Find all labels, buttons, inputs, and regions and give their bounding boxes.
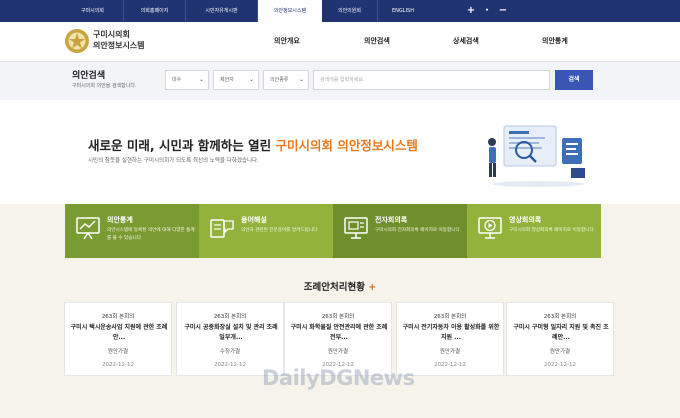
ordinance-status: 원안가결 [327, 349, 349, 355]
site-header: 구미시의회 의안정보시스템 의안개요 의안검색 상세검색 의안통계 [0, 22, 680, 62]
card-description: 구미시의회 전자회의록 페이지로 이동합니다. [375, 228, 462, 233]
ordinance-title: 구미시 화학물질 안전관리에 관한 조례 전부... [290, 324, 388, 341]
ordinance-card[interactable]: 263회 본회의 구미시 화학물질 안전관리에 관한 조례 전부... 원안가결… [284, 302, 392, 376]
topbar-link-bill-system[interactable]: 의안정보시스템 [258, 0, 322, 22]
dictionary-icon [210, 219, 234, 238]
card-electronic-minutes[interactable]: 전자회의록 구미시의회 전자회의록 페이지로 이동합니다. [333, 204, 467, 258]
session-select[interactable]: 대수 ⌄ [165, 70, 209, 90]
hero-title: 새로운 미래, 시민과 함께하는 열린 구미시의회 의안정보시스템 [88, 135, 418, 154]
council-emblem-icon[interactable] [64, 28, 90, 54]
ordinance-card[interactable]: 263회 본회의 구미시 공중화장실 설치 및 관리 조례 일부개... 수정가… [176, 302, 284, 376]
topbar-link-english[interactable]: ENGLISH [378, 0, 428, 22]
card-video-minutes[interactable]: 영상회의록 구미시의회 영상회의록 페이지로 이동합니다. [467, 204, 601, 258]
ordinance-card[interactable]: 263회 본회의 구미시 구미형 일자리 지원 및 촉진 조례안... 원안가결… [506, 302, 614, 376]
search-section: 의안검색 구미시의회 의안을 검색합니다. 대수 ⌄ 제안자 ⌄ 의안종류 ⌄ … [0, 62, 680, 100]
video-icon [478, 217, 502, 239]
topbar-link-homepage[interactable]: 의회홈페이지 [124, 0, 186, 22]
ordinance-session: 263회 본회의 [433, 314, 467, 320]
hero-subtitle: 시민의 참뜻을 실현하는 구미시의회가 되도록 최선의 노력을 다하겠습니다. [88, 158, 259, 164]
bill-type-select[interactable]: 의안종류 ⌄ [263, 70, 309, 90]
section-title-text: 조례안처리현황 [303, 282, 365, 293]
ordinance-status: 수정가결 [219, 349, 241, 355]
hero-title-highlight: 구미시의회 의안정보시스템 [275, 138, 418, 153]
ordinance-title: 구미시 택시운송사업 지원에 관한 조례안... [70, 324, 168, 341]
search-subtitle: 구미시의회 의안을 검색합니다. [72, 83, 137, 89]
search-button[interactable]: 검색 [555, 70, 593, 90]
chevron-down-icon: ⌄ [248, 76, 254, 83]
ordinance-card[interactable]: 263회 본회의 구미시 택시운송사업 지원에 관한 조례안... 원안가결 2… [64, 302, 172, 376]
ordinance-title: 구미시 전기자동차 이용 활성화를 위한 지원 ... [402, 324, 500, 341]
ordinance-date: 2022-12-12 [102, 362, 134, 368]
ordinance-session: 263회 본회의 [213, 314, 247, 320]
proposer-select[interactable]: 제안자 ⌄ [213, 70, 259, 90]
ordinance-title: 구미시 공중화장실 설치 및 관리 조례 일부개... [184, 324, 278, 341]
topbar-link-council[interactable]: 구미시의회 [62, 0, 124, 22]
ordinance-status-title[interactable]: 조례안처리현황 + [0, 279, 680, 293]
card-description: 의안시스템에 등록된 의안에 대해 다양한 통계를 볼 수 있습니다. [107, 228, 195, 241]
card-bill-statistics[interactable]: 의안통계 의안시스템에 등록된 의안에 대해 다양한 통계를 볼 수 있습니다. [65, 204, 199, 258]
logo-line-2: 의안정보시스템 [93, 41, 145, 50]
hero-illustration [488, 125, 585, 187]
nav-bill-search[interactable]: 의안검색 [364, 36, 390, 46]
session-select-value: 대수 [172, 77, 182, 83]
card-title: 의안통계 [107, 216, 133, 224]
ordinance-date: 2022-12-12 [544, 362, 576, 368]
ordinance-session: 263회 본회의 [543, 314, 577, 320]
monitor-icon [344, 217, 368, 239]
search-input[interactable]: 검색어를 입력하세요. [313, 70, 550, 90]
hero-banner: 새로운 미래, 시민과 함께하는 열린 구미시의회 의안정보시스템 시민의 참뜻… [0, 100, 680, 204]
ordinance-session: 263회 본회의 [321, 314, 355, 320]
card-title: 전자회의록 [375, 216, 408, 224]
proposer-select-value: 제안자 [220, 77, 234, 83]
ordinance-title: 구미시 구미형 일자리 지원 및 촉진 조례안... [513, 324, 609, 341]
top-bar: 구미시의회 의회홈페이지 시민자유게시판 의안정보시스템 의안의원회 ENGLI… [0, 0, 680, 22]
site-logo-text[interactable]: 구미시의회 의안정보시스템 [93, 29, 145, 51]
card-title: 용어해설 [241, 216, 267, 224]
bill-type-select-value: 의안종류 [270, 77, 289, 83]
topbar-link-bill-committee[interactable]: 의안의원회 [322, 0, 378, 22]
chart-board-icon [76, 217, 100, 240]
ordinance-status: 원안가결 [439, 349, 461, 355]
chevron-down-icon: ⌄ [198, 76, 204, 83]
news-watermark: DailyDGNews [262, 366, 415, 390]
nav-advanced-search[interactable]: 상세검색 [453, 36, 479, 46]
chevron-down-icon: ⌄ [298, 76, 304, 83]
card-description: 구미시의회 영상회의록 페이지로 이동합니다. [509, 228, 596, 233]
card-description: 의안과 관련된 전문용어를 알려드립니다. [241, 228, 319, 233]
plus-icon: + [368, 282, 377, 293]
ordinance-status: 원안가결 [107, 349, 129, 355]
nav-bill-overview[interactable]: 의안개요 [274, 36, 300, 46]
card-title: 영상회의록 [509, 216, 542, 224]
topbar-link-free-board[interactable]: 시민자유게시판 [186, 0, 258, 22]
logo-line-1: 구미시의회 [93, 30, 130, 39]
ordinance-status: 원안가결 [549, 349, 571, 355]
ordinance-card[interactable]: 263회 본회의 구미시 전기자동차 이용 활성화를 위한 지원 ... 원안가… [396, 302, 504, 376]
zoom-out-button[interactable]: − [492, 0, 514, 22]
card-glossary[interactable]: 용어해설 의안과 관련된 전문용어를 알려드립니다. [199, 204, 333, 258]
hero-title-prefix: 새로운 미래, 시민과 함께하는 열린 [88, 138, 276, 153]
search-title: 의안검색 [72, 71, 106, 81]
nav-bill-statistics[interactable]: 의안통계 [542, 36, 568, 46]
ordinance-session: 263회 본회의 [101, 314, 135, 320]
